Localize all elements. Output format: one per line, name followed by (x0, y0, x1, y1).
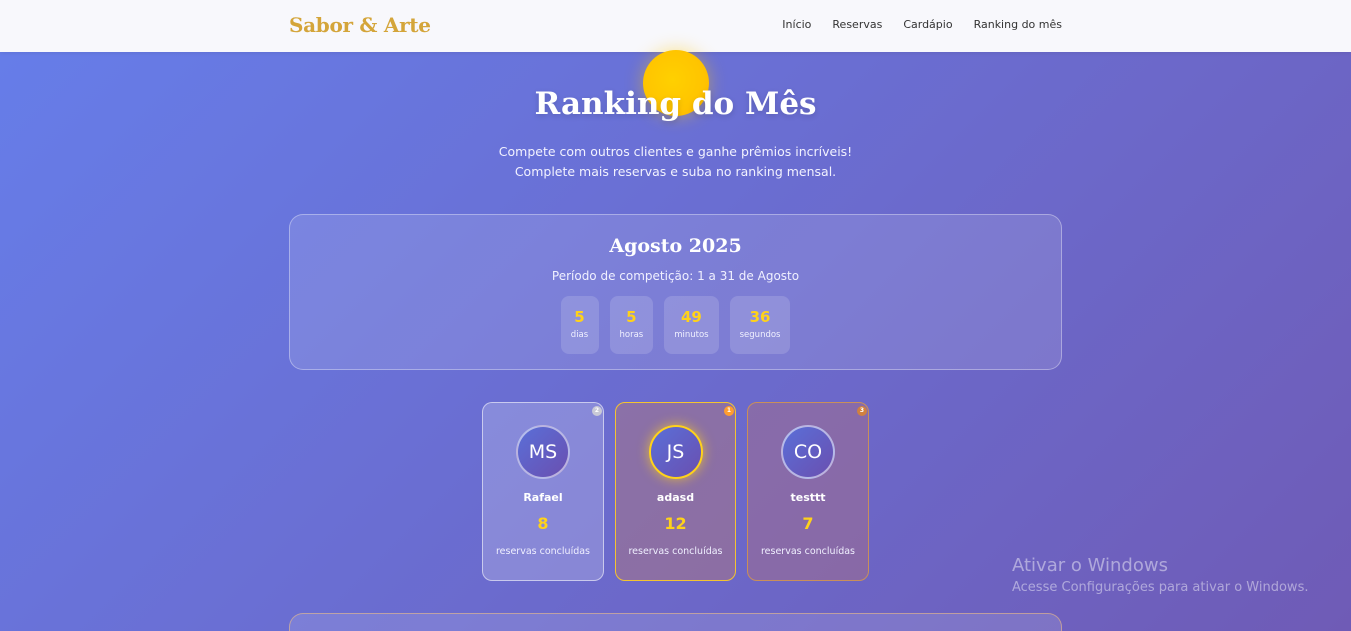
countdown-minutes-label: minutos (674, 330, 709, 340)
countdown-seconds-label: segundos (739, 330, 781, 340)
countdown-minutes-value: 49 (680, 308, 702, 326)
period-card: Agosto 2025 Período de competição: 1 a 3… (289, 214, 1062, 370)
podium-label: reservas concluídas (760, 546, 856, 557)
nav-links: Início Reservas Cardápio Ranking do mês (782, 18, 1062, 31)
brand-logo[interactable]: Sabor & Arte (289, 13, 431, 37)
windows-watermark-title: Ativar o Windows (1012, 555, 1168, 576)
navbar: Sabor & Arte Início Reservas Cardápio Ra… (0, 0, 1351, 52)
rank-badge-second: 2 (592, 406, 602, 416)
nav-link-inicio[interactable]: Início (782, 18, 811, 31)
countdown-minutes: 49 minutos (664, 296, 719, 354)
page-subtitle: Compete com outros clientes e ganhe prêm… (498, 144, 853, 179)
period-title: Agosto 2025 (609, 235, 742, 257)
ranking-list-card (289, 613, 1062, 631)
windows-watermark-subtitle: Acesse Configurações para ativar o Windo… (1012, 580, 1309, 595)
countdown-days-label: dias (570, 330, 589, 340)
podium-score: 12 (664, 514, 687, 533)
countdown-days: 5 dias (560, 296, 599, 354)
podium-name: adasd (656, 491, 695, 504)
nav-link-reservas[interactable]: Reservas (832, 18, 882, 31)
podium-card-second[interactable]: 2 MS Rafael 8 reservas concluídas (482, 402, 604, 581)
avatar: MS (516, 425, 570, 479)
period-description: Período de competição: 1 a 31 de Agosto (551, 269, 800, 283)
podium-card-third[interactable]: 3 CO testtt 7 reservas concluídas (747, 402, 869, 581)
podium-name: testtt (790, 491, 826, 504)
podium-card-first[interactable]: 1 JS adasd 12 reservas concluídas (615, 402, 736, 581)
nav-link-cardapio[interactable]: Cardápio (903, 18, 952, 31)
countdown-seconds: 36 segundos (729, 296, 791, 354)
podium-score: 7 (802, 514, 814, 533)
countdown-hours: 5 horas (609, 296, 654, 354)
rank-badge-first: 1 (724, 406, 734, 416)
nav-link-ranking[interactable]: Ranking do mês (974, 18, 1062, 31)
avatar: CO (781, 425, 835, 479)
countdown-days-value: 5 (574, 308, 585, 326)
countdown: 5 dias 5 horas 49 minutos 36 segundos (290, 296, 1061, 354)
rank-badge-third: 3 (857, 406, 867, 416)
page-title: Ranking do Mês (534, 86, 817, 122)
podium-score: 8 (537, 514, 549, 533)
podium-name: Rafael (523, 491, 563, 504)
podium-label: reservas concluídas (495, 546, 591, 557)
countdown-hours-value: 5 (626, 308, 637, 326)
countdown-hours-label: horas (619, 330, 644, 340)
podium-label: reservas concluídas (628, 546, 723, 557)
avatar: JS (648, 425, 703, 479)
countdown-seconds-value: 36 (749, 308, 771, 326)
